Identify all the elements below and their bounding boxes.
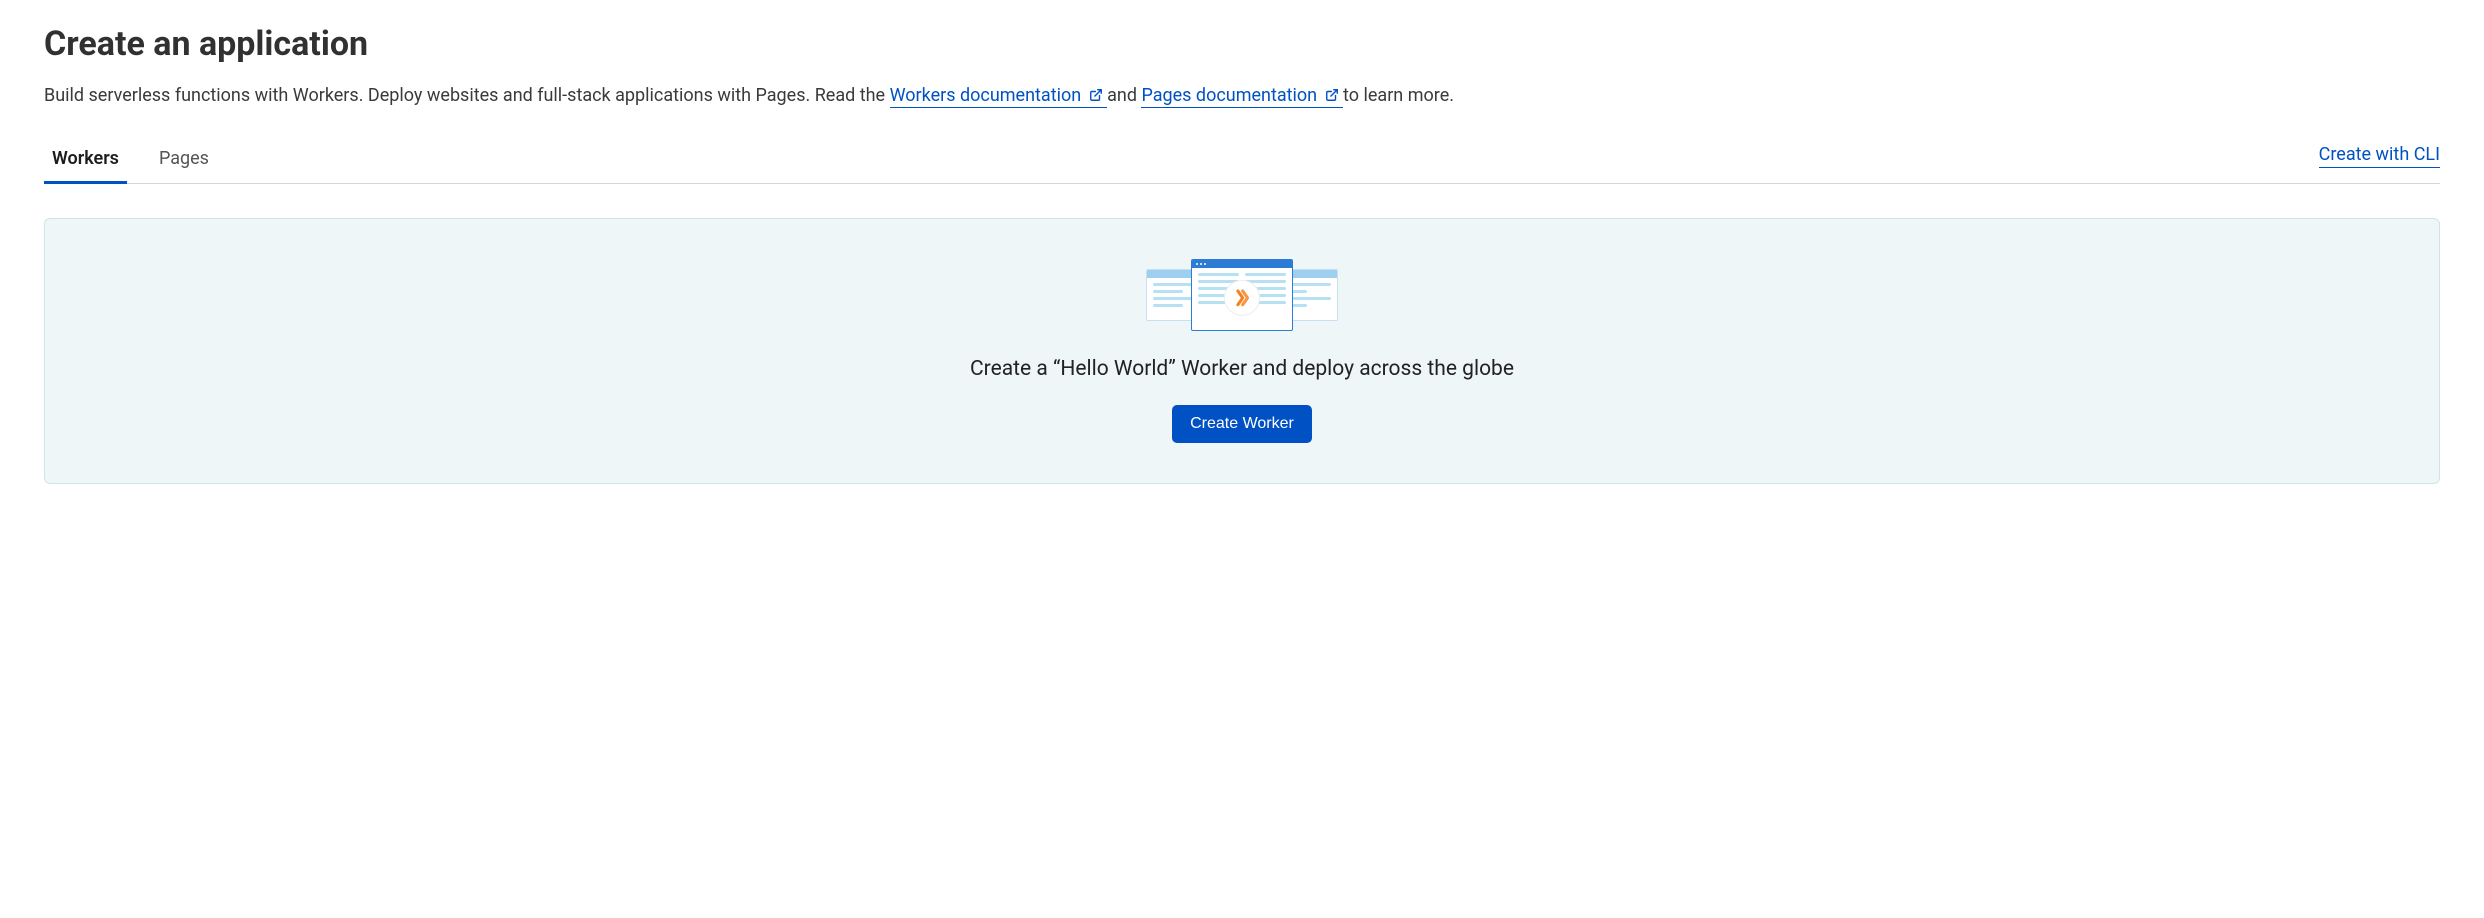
tab-workers[interactable]: Workers	[44, 138, 127, 184]
hero-panel: Create a “Hello World” Worker and deploy…	[44, 218, 2440, 484]
create-worker-button[interactable]: Create Worker	[1172, 405, 1312, 443]
external-link-icon	[1325, 83, 1339, 97]
description-text-1: Build serverless functions with Workers.…	[44, 85, 890, 106]
pages-doc-link-text: Pages documentation	[1141, 85, 1317, 106]
pages-documentation-link[interactable]: Pages documentation	[1141, 85, 1343, 108]
external-link-icon	[1089, 83, 1103, 97]
hero-headline: Create a “Hello World” Worker and deploy…	[970, 357, 1514, 381]
create-with-cli-link[interactable]: Create with CLI	[2319, 144, 2440, 168]
workers-illustration	[1142, 255, 1342, 335]
page-title: Create an application	[44, 24, 2440, 64]
tabs: Workers Pages	[44, 138, 217, 183]
description-text-3: to learn more.	[1343, 85, 1454, 106]
tab-pages[interactable]: Pages	[151, 138, 217, 184]
workers-doc-link-text: Workers documentation	[890, 85, 1082, 106]
workers-documentation-link[interactable]: Workers documentation	[890, 85, 1108, 108]
tab-row: Workers Pages Create with CLI	[44, 138, 2440, 184]
workers-logo-icon	[1224, 280, 1260, 316]
page-description: Build serverless functions with Workers.…	[44, 82, 2440, 110]
description-text-2: and	[1107, 85, 1141, 106]
